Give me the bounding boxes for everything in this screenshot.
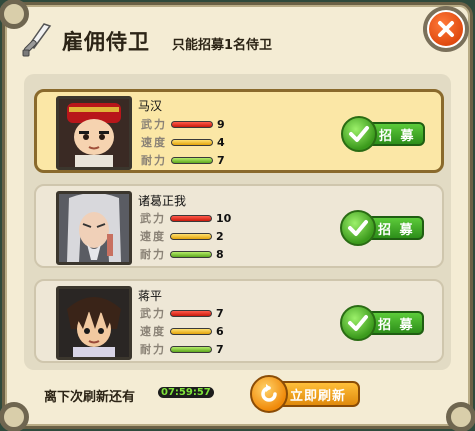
stat-row-stamina: 耐力 8 xyxy=(140,247,250,262)
stat-label: 耐力 xyxy=(140,248,166,261)
refresh-countdown-label: 离下次刷新还有 xyxy=(44,390,136,405)
recruit-button[interactable]: 招 募 xyxy=(341,116,427,152)
frame-corner-ornament xyxy=(446,402,475,431)
guard-name: 诸葛正我 xyxy=(138,194,187,208)
guard-portrait xyxy=(56,286,132,360)
close-button[interactable] xyxy=(423,6,469,52)
stat-label: 速度 xyxy=(140,230,166,243)
stat-value: 10 xyxy=(216,211,232,225)
stat-value: 2 xyxy=(216,229,224,243)
stat-label: 速度 xyxy=(140,325,166,338)
guard-card[interactable]: 马汉 武力 9 速度 4 耐力 7 招 募 xyxy=(34,89,444,173)
stat-label: 武力 xyxy=(141,118,167,131)
stat-bar xyxy=(170,327,212,335)
stat-value: 7 xyxy=(217,153,225,167)
recruit-label: 招 募 xyxy=(379,129,416,144)
stat-label: 武力 xyxy=(140,307,166,320)
stat-row-stamina: 耐力 7 xyxy=(140,342,250,357)
stat-label: 耐力 xyxy=(141,154,167,167)
frame-corner-ornament xyxy=(0,402,29,431)
recruit-button[interactable]: 招 募 xyxy=(340,210,426,246)
check-icon xyxy=(341,116,377,152)
guard-card[interactable]: 蒋平 武力 7 速度 6 耐力 7 招 募 xyxy=(34,279,444,363)
guard-name: 蒋平 xyxy=(138,289,163,303)
stat-row-stamina: 耐力 7 xyxy=(141,153,251,168)
stat-bar xyxy=(170,232,212,240)
stat-row-speed: 速度 4 xyxy=(141,135,251,150)
refresh-icon xyxy=(250,375,288,413)
stat-label: 速度 xyxy=(141,136,167,149)
stat-value: 7 xyxy=(216,306,224,320)
recruit-button[interactable]: 招 募 xyxy=(340,305,426,341)
refresh-now-label: 立即刷新 xyxy=(290,389,347,404)
stat-bar xyxy=(170,345,212,353)
refresh-timer: 07:59:57 xyxy=(158,387,214,398)
recruit-label: 招 募 xyxy=(378,223,415,238)
sword-icon xyxy=(22,23,52,57)
stat-row-strength: 武力 7 xyxy=(140,306,250,321)
stat-value: 4 xyxy=(217,135,225,149)
stat-bar xyxy=(171,138,213,146)
guard-portrait xyxy=(56,96,132,170)
dialog-subtitle: 只能招募1名侍卫 xyxy=(172,38,273,53)
stat-bar xyxy=(170,309,212,317)
check-icon xyxy=(340,210,376,246)
recruit-label: 招 募 xyxy=(378,318,415,333)
stat-row-strength: 武力 10 xyxy=(140,211,250,226)
guard-card[interactable]: 诸葛正我 武力 10 速度 2 耐力 8 招 募 xyxy=(34,184,444,268)
stat-value: 9 xyxy=(217,117,225,131)
stat-value: 7 xyxy=(216,342,224,356)
stat-row-speed: 速度 2 xyxy=(140,229,250,244)
stat-row-speed: 速度 6 xyxy=(140,324,250,339)
stat-value: 6 xyxy=(216,324,224,338)
stat-label: 耐力 xyxy=(140,343,166,356)
stat-bar xyxy=(170,250,212,258)
stat-bar xyxy=(171,156,213,164)
stat-bar xyxy=(171,120,213,128)
guard-name: 马汉 xyxy=(138,99,163,113)
stat-label: 武力 xyxy=(140,212,166,225)
check-icon xyxy=(340,305,376,341)
stat-bar xyxy=(170,214,212,222)
guard-portrait xyxy=(56,191,132,265)
stat-value: 8 xyxy=(216,247,224,261)
dialog-title: 雇佣侍卫 xyxy=(62,30,150,54)
close-icon xyxy=(427,10,465,48)
stat-row-strength: 武力 9 xyxy=(141,117,251,132)
refresh-now-button[interactable]: 立即刷新 xyxy=(250,375,362,413)
